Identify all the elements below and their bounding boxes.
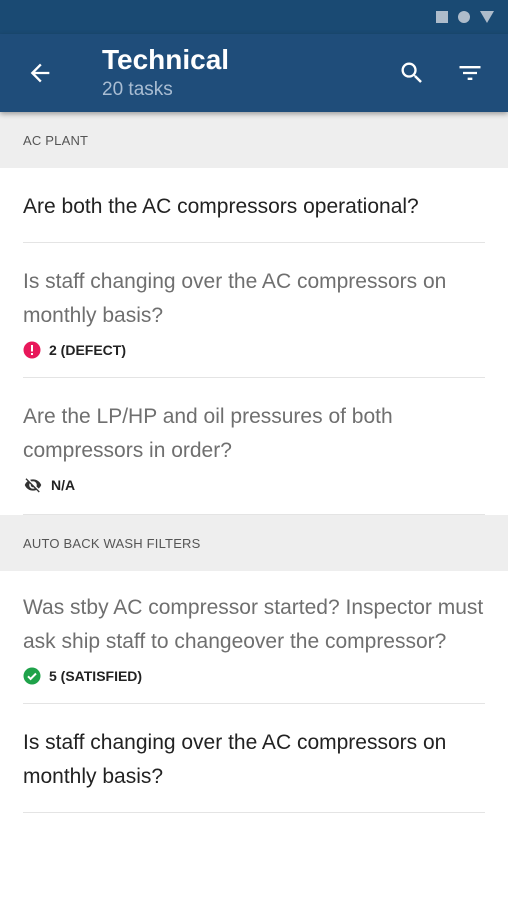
task-status: 5 (SATISFIED) xyxy=(23,667,485,685)
back-button[interactable] xyxy=(12,45,68,101)
task-count: 20 tasks xyxy=(102,79,173,100)
task-item[interactable]: Is staff changing over the AC compressor… xyxy=(23,704,485,813)
status-circle-icon xyxy=(458,11,470,23)
status-label: N/A xyxy=(51,477,76,493)
task-question: Are the LP/HP and oil pressures of both … xyxy=(23,405,393,462)
visibility-off-icon xyxy=(24,478,42,493)
task-status: 2 (DEFECT) xyxy=(23,341,485,359)
task-question: Was stby AC compressor started? Inspecto… xyxy=(23,596,484,653)
task-item[interactable]: Are both the AC compressors operational? xyxy=(23,168,485,243)
defect-alert-icon xyxy=(23,341,41,359)
status-triangle-icon xyxy=(480,11,494,23)
title-block: Technical 20 tasks xyxy=(102,44,229,102)
task-item[interactable]: Was stby AC compressor started? Inspecto… xyxy=(23,571,485,704)
task-item[interactable]: Are the LP/HP and oil pressures of both … xyxy=(23,378,485,515)
status-square-icon xyxy=(436,11,448,23)
task-status: N/A xyxy=(23,476,485,494)
filter-button[interactable] xyxy=(450,53,490,93)
task-question: Is staff changing over the AC compressor… xyxy=(23,270,447,327)
arrow-back-icon xyxy=(30,63,50,83)
section-header-auto-back-wash-filters: AUTO BACK WASH FILTERS xyxy=(0,515,508,571)
system-status-bar xyxy=(0,0,508,34)
status-label: 2 (DEFECT) xyxy=(49,342,126,358)
app-bar: Technical 20 tasks xyxy=(0,34,508,112)
task-item[interactable]: Is staff changing over the AC compressor… xyxy=(23,243,485,378)
task-question: Are both the AC compressors operational? xyxy=(23,195,419,218)
filter-icon xyxy=(459,66,481,80)
task-question: Is staff changing over the AC compressor… xyxy=(23,731,447,788)
page-title: Technical xyxy=(102,44,230,75)
status-label: 5 (SATISFIED) xyxy=(49,668,143,684)
search-icon xyxy=(401,62,422,83)
search-button[interactable] xyxy=(392,53,432,93)
app-bar-actions xyxy=(392,34,490,112)
section-header-ac-plant: AC PLANT xyxy=(0,112,508,168)
check-circle-icon xyxy=(23,667,41,685)
